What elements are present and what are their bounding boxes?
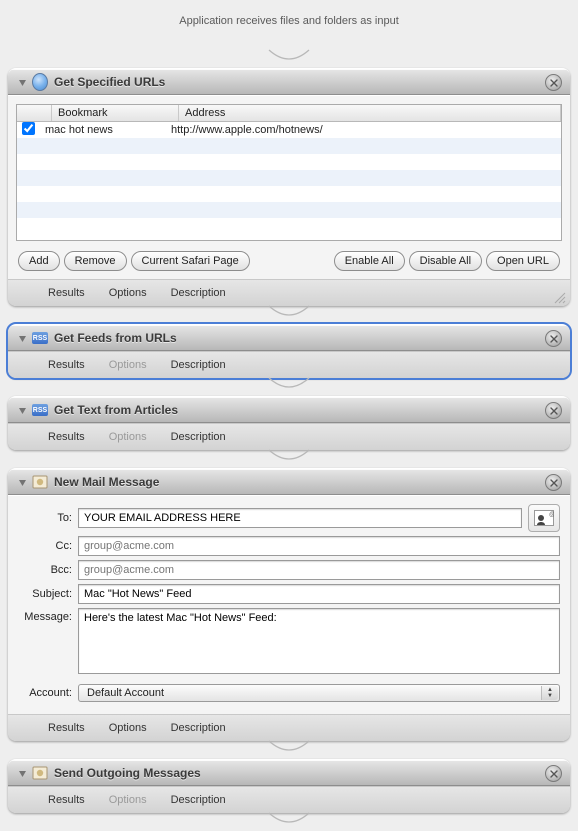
column-address[interactable]: Address	[179, 105, 561, 121]
tab-results[interactable]: Results	[36, 284, 97, 302]
action-title: Send Outgoing Messages	[54, 766, 201, 780]
action-titlebar[interactable]: RSS Get Text from Articles	[8, 397, 570, 423]
workflow-connector	[0, 306, 578, 324]
open-url-button[interactable]: Open URL	[486, 251, 560, 271]
tab-options[interactable]: Options	[97, 284, 159, 302]
label-to: To:	[18, 512, 72, 524]
action-titlebar[interactable]: New Mail Message	[8, 469, 570, 495]
urls-table[interactable]: Bookmark Address mac hot news http://www…	[16, 104, 562, 241]
tab-results[interactable]: Results	[36, 791, 97, 809]
select-arrows-icon: ▲▼	[541, 686, 558, 700]
workflow-connector	[0, 813, 578, 831]
tab-description[interactable]: Description	[159, 356, 238, 374]
action-close-button[interactable]	[545, 74, 562, 91]
message-field[interactable]	[78, 608, 560, 674]
tab-description[interactable]: Description	[159, 719, 238, 737]
disclosure-triangle-icon[interactable]	[16, 476, 28, 488]
subject-field[interactable]	[78, 584, 560, 604]
tab-description[interactable]: Description	[159, 791, 238, 809]
rss-icon: RSS	[32, 330, 48, 346]
disclosure-triangle-icon[interactable]	[16, 76, 28, 88]
account-select[interactable]: Default Account ▲▼	[78, 684, 560, 702]
action-title: Get Text from Articles	[54, 403, 178, 417]
mail-stamp-icon	[32, 765, 48, 781]
address-book-button[interactable]: @	[528, 504, 560, 532]
tab-options: Options	[97, 356, 159, 374]
workflow-connector	[0, 378, 578, 396]
enable-all-button[interactable]: Enable All	[334, 251, 405, 271]
action-send-outgoing-messages: Send Outgoing Messages Results Options D…	[8, 759, 570, 813]
bcc-field[interactable]	[78, 560, 560, 580]
row-address: http://www.apple.com/hotnews/	[165, 124, 561, 136]
action-title: New Mail Message	[54, 475, 159, 489]
action-get-specified-urls: Get Specified URLs Bookmark Address mac …	[8, 68, 570, 306]
action-title: Get Specified URLs	[54, 75, 165, 89]
workflow-connector	[0, 450, 578, 468]
action-close-button[interactable]	[545, 765, 562, 782]
action-close-button[interactable]	[545, 474, 562, 491]
table-row[interactable]: mac hot news http://www.apple.com/hotnew…	[17, 122, 561, 138]
disclosure-triangle-icon[interactable]	[16, 404, 28, 416]
label-subject: Subject:	[18, 588, 72, 600]
action-titlebar[interactable]: Get Specified URLs	[8, 69, 570, 95]
current-safari-page-button[interactable]: Current Safari Page	[131, 251, 250, 271]
disable-all-button[interactable]: Disable All	[409, 251, 482, 271]
tab-options: Options	[97, 791, 159, 809]
action-get-feeds-from-urls: RSS Get Feeds from URLs Results Options …	[8, 324, 570, 378]
add-button[interactable]: Add	[18, 251, 60, 271]
row-bookmark: mac hot news	[39, 124, 165, 136]
row-checkbox[interactable]	[22, 122, 35, 135]
safari-icon	[32, 74, 48, 90]
label-message: Message:	[18, 608, 72, 623]
action-titlebar[interactable]: RSS Get Feeds from URLs	[8, 325, 570, 351]
cc-field[interactable]	[78, 536, 560, 556]
workflow-connector	[0, 50, 578, 68]
mail-stamp-icon	[32, 474, 48, 490]
tab-options[interactable]: Options	[97, 719, 159, 737]
disclosure-triangle-icon[interactable]	[16, 767, 28, 779]
workflow-connector	[0, 741, 578, 759]
to-field[interactable]	[78, 508, 522, 528]
action-close-button[interactable]	[545, 402, 562, 419]
remove-button[interactable]: Remove	[64, 251, 127, 271]
action-new-mail-message: New Mail Message To: @ Cc: Bcc: Subject:…	[8, 468, 570, 741]
input-header: Application receives files and folders a…	[0, 15, 578, 27]
label-account: Account:	[18, 687, 72, 699]
tab-options: Options	[97, 428, 159, 446]
account-select-value: Default Account	[87, 687, 164, 699]
svg-text:@: @	[549, 512, 554, 518]
label-cc: Cc:	[18, 540, 72, 552]
action-titlebar[interactable]: Send Outgoing Messages	[8, 760, 570, 786]
action-title: Get Feeds from URLs	[54, 331, 177, 345]
column-bookmark[interactable]: Bookmark	[52, 105, 179, 121]
action-close-button[interactable]	[545, 330, 562, 347]
rss-icon: RSS	[32, 402, 48, 418]
tab-results[interactable]: Results	[36, 356, 97, 374]
tab-results[interactable]: Results	[36, 428, 97, 446]
tab-description[interactable]: Description	[159, 284, 238, 302]
action-get-text-from-articles: RSS Get Text from Articles Results Optio…	[8, 396, 570, 450]
column-checkbox	[17, 105, 52, 121]
tab-results[interactable]: Results	[36, 719, 97, 737]
disclosure-triangle-icon[interactable]	[16, 332, 28, 344]
tab-description[interactable]: Description	[159, 428, 238, 446]
label-bcc: Bcc:	[18, 564, 72, 576]
